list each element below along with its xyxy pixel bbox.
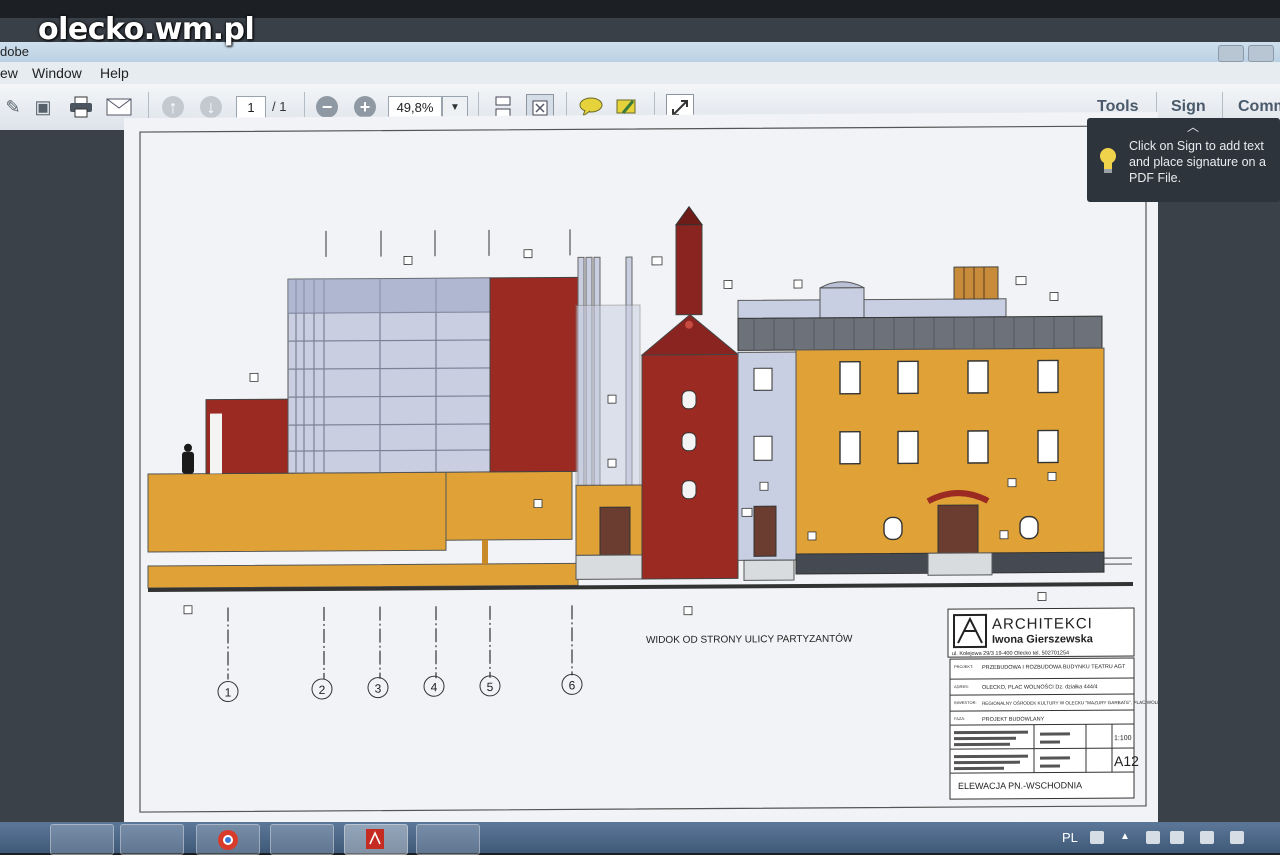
brick-tower	[642, 354, 738, 579]
base-wall	[148, 563, 578, 588]
taskbar-item-media[interactable]	[120, 824, 184, 855]
tower-window	[682, 391, 696, 409]
show-hidden-icon[interactable]: ▲	[1120, 831, 1134, 844]
firm-name: ARCHITEKCI	[992, 615, 1093, 633]
chrome-icon	[217, 829, 239, 851]
architect-name: Iwona Gierszewska	[992, 633, 1094, 646]
rooftop-box	[954, 267, 998, 299]
taskbar-item-chrome[interactable]	[196, 824, 260, 855]
taskbar-item-paint[interactable]	[270, 824, 334, 855]
axis-label: 6	[569, 678, 576, 692]
wall-post	[482, 540, 488, 564]
comment-link[interactable]: Comm	[1238, 98, 1280, 116]
create-pdf-icon[interactable]: ✎	[0, 94, 26, 120]
stage-label: FAZA:	[954, 716, 965, 721]
axis-label: 2	[319, 683, 326, 697]
project-label: PROJEKT:	[954, 664, 973, 669]
dome-cap	[820, 282, 864, 288]
network-icon[interactable]	[1146, 831, 1160, 844]
tower-window	[685, 321, 693, 329]
menu-help[interactable]: Help	[100, 65, 129, 81]
infill-window	[754, 436, 772, 460]
axis-label: 1	[225, 686, 232, 700]
flag-icon[interactable]	[1230, 831, 1244, 844]
watermark: olecko.wm.pl	[38, 12, 254, 47]
page-total: / 1	[272, 99, 286, 114]
axis-markers: 1 2 3 4 5 6	[218, 674, 582, 701]
windows-taskbar: PL ▲	[0, 822, 1280, 853]
volume-icon[interactable]	[1200, 831, 1214, 844]
collapse-caret-icon[interactable]: ︿	[1187, 119, 1199, 135]
address-label: ADRES:	[954, 684, 969, 689]
print-icon[interactable]	[68, 94, 94, 120]
drawing-caption: WIDOK OD STRONY ULICY PARTYZANTÓW	[646, 632, 853, 646]
glass-top-band	[288, 278, 490, 313]
door	[210, 414, 222, 474]
dimension-marks	[326, 229, 570, 256]
entrance-door	[600, 507, 630, 555]
main-entrance-door	[938, 505, 978, 555]
sign-tooltip[interactable]: ︿ Click on Sign to add text and place si…	[1087, 118, 1280, 202]
person-silhouette	[182, 444, 194, 474]
save-icon[interactable]: ▣	[30, 94, 56, 120]
tower-spire	[676, 225, 702, 315]
axis-label: 4	[431, 680, 438, 694]
ochre-fence-wall	[148, 472, 446, 552]
menu-bar: ew Window Help	[0, 62, 1280, 84]
lightbulb-icon	[1097, 146, 1119, 180]
title-block: ARCHITEKCI Iwona Gierszewska ul. Kolejow…	[948, 608, 1158, 799]
email-icon[interactable]	[106, 94, 132, 120]
taskbar-item-explorer[interactable]	[50, 824, 114, 855]
scale-value: 1:100	[1114, 735, 1132, 742]
axis-lines	[228, 605, 572, 679]
keyboard-icon[interactable]	[1090, 831, 1104, 844]
menu-view[interactable]: ew	[0, 65, 18, 81]
ochre-fence-wall	[446, 471, 572, 540]
investor-label: INWESTOR:	[954, 700, 977, 705]
previous-page-icon[interactable]: ↑	[160, 94, 186, 120]
architectural-elevation-drawing: 1 2 3 4 5 6 WIDOK OD STRONY ULICY PARTYZ…	[124, 112, 1158, 830]
project-stage: PROJEKT BUDOWLANY	[982, 717, 1045, 723]
pdf-page[interactable]: 1 2 3 4 5 6 WIDOK OD STRONY ULICY PARTYZ…	[124, 112, 1158, 830]
tooltip-text: Click on Sign to add text and place sign…	[1129, 138, 1279, 186]
acrobat-icon	[365, 828, 385, 850]
infill-window	[754, 368, 772, 390]
tower-window	[682, 433, 696, 451]
firm-address: ul. Kolejowa 29/3 19-400 Olecko tel. 502…	[952, 650, 1069, 657]
sheet-number: A12	[1114, 753, 1139, 769]
infill-door	[754, 506, 776, 556]
next-page-icon[interactable]: ↓	[198, 94, 224, 120]
entrance-steps	[576, 555, 642, 579]
red-stage-tower	[490, 277, 578, 472]
sheet-title: ELEWACJA PN.-WSCHODNIA	[958, 780, 1082, 791]
axis-label: 3	[375, 682, 382, 696]
taskbar-item-powerpoint[interactable]	[416, 824, 480, 855]
infill-steps	[744, 560, 794, 580]
menu-window[interactable]: Window	[32, 65, 82, 81]
project-name: PRZEBUDOWA I ROZBUDOWA BUDYNKU TEATRU AG…	[982, 664, 1126, 671]
axis-label: 5	[487, 680, 494, 694]
maximize-button[interactable]	[1248, 45, 1274, 62]
app-title: dobe	[0, 44, 29, 59]
rear-roof	[738, 299, 1006, 319]
taskbar-item-acrobat[interactable]	[344, 824, 408, 855]
minimize-button[interactable]	[1218, 45, 1244, 62]
tower-roof	[642, 314, 738, 355]
rooftop-dome	[820, 288, 864, 318]
main-roof	[738, 316, 1102, 350]
power-icon[interactable]	[1170, 831, 1184, 844]
main-steps	[928, 553, 992, 575]
language-indicator[interactable]: PL	[1062, 830, 1078, 845]
tower-window	[682, 481, 696, 499]
sign-link[interactable]: Sign	[1171, 98, 1206, 116]
spire-top	[676, 207, 702, 225]
